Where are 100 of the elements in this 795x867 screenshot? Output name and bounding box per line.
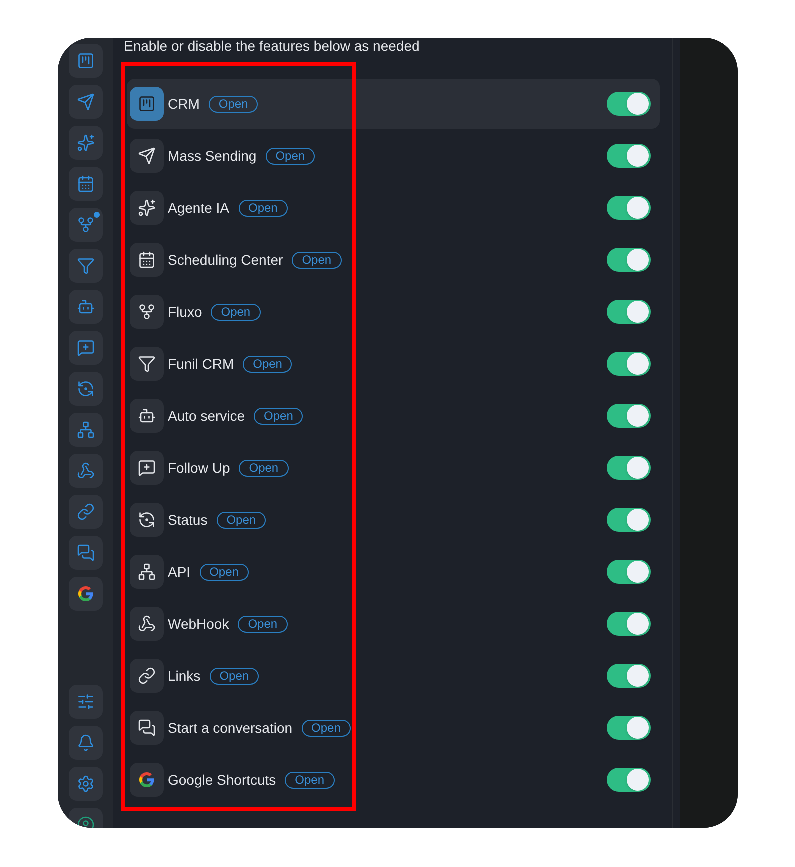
toggle-switch[interactable] [607, 768, 651, 792]
feature-name: API [168, 562, 191, 582]
google-icon [138, 771, 156, 789]
fork-icon [138, 303, 156, 321]
bell-icon [76, 734, 94, 752]
toggle-thumb [627, 93, 649, 115]
feature-row[interactable]: Google Shortcuts Open [127, 755, 660, 805]
toggle-thumb [627, 613, 649, 635]
google-icon [76, 585, 94, 603]
feature-name: Follow Up [168, 458, 230, 478]
link-icon [138, 667, 156, 685]
funnel-icon [138, 355, 156, 373]
feature-row[interactable]: CRM Open [127, 79, 660, 129]
feature-name: Status [168, 510, 208, 530]
calendar-icon [76, 175, 94, 193]
toggle-thumb [627, 769, 649, 791]
open-link-button[interactable]: Open [239, 460, 289, 476]
feature-row[interactable]: Agente IA Open [127, 183, 660, 233]
network-icon [138, 563, 156, 581]
toggle-switch[interactable] [607, 456, 651, 480]
open-link-button[interactable]: Open [238, 200, 288, 216]
link-icon [76, 503, 94, 521]
instructions-text: Enable or disable the features below as needed [124, 39, 421, 53]
toggle-thumb [627, 197, 649, 219]
chat-bubbles-icon [76, 544, 94, 562]
feature-row[interactable]: Fluxo Open [127, 287, 660, 337]
webhook-icon [138, 615, 156, 633]
feature-name: Mass Sending [168, 146, 257, 166]
feature-row[interactable]: API Open [127, 547, 660, 597]
toggle-thumb [627, 509, 649, 531]
feature-row[interactable]: Links Open [127, 651, 660, 701]
open-link-button[interactable]: Open [243, 356, 292, 372]
feature-row[interactable]: Funil CRM Open [127, 339, 660, 389]
sparkles-icon [76, 134, 94, 152]
fork-icon [76, 216, 94, 234]
toggle-thumb [627, 665, 649, 687]
feature-name: CRM [168, 94, 200, 114]
sliders-icon [76, 693, 94, 711]
toggle-switch[interactable] [607, 404, 651, 428]
settings-icon [76, 775, 94, 793]
feature-name: Auto service [168, 406, 246, 426]
funnel-icon [76, 257, 94, 275]
toggle-switch[interactable] [607, 300, 651, 324]
toggle-switch[interactable] [607, 612, 651, 636]
feature-row[interactable]: WebHook Open [127, 599, 660, 649]
toggle-switch[interactable] [607, 716, 651, 740]
feature-name: WebHook [168, 614, 230, 634]
chat-bubbles-icon [138, 719, 156, 737]
message-plus-icon [76, 339, 94, 357]
toggle-thumb [627, 301, 649, 323]
feature-row[interactable]: Auto service Open [127, 391, 660, 441]
feature-row[interactable]: Mass Sending Open [127, 131, 660, 181]
toggle-switch[interactable] [607, 248, 651, 272]
open-link-button[interactable]: Open [238, 616, 288, 632]
refresh-circle-icon [76, 380, 94, 398]
feature-row[interactable]: Follow Up Open [127, 443, 660, 493]
toggle-switch[interactable] [607, 92, 651, 116]
feature-name: Funil CRM [168, 354, 234, 374]
open-link-button[interactable]: Open [216, 512, 266, 528]
toggle-switch[interactable] [607, 664, 651, 688]
toggle-thumb [627, 405, 649, 427]
feature-row[interactable]: Scheduling Center Open [127, 235, 660, 285]
toggle-switch[interactable] [607, 508, 651, 532]
feature-row[interactable]: Status Open [127, 495, 660, 545]
feature-row[interactable]: Start a conversation Open [127, 703, 660, 753]
feature-name: Links [168, 666, 201, 686]
open-link-button[interactable]: Open [208, 96, 258, 112]
open-link-button[interactable]: Open [211, 304, 261, 320]
open-link-button[interactable]: Open [285, 772, 335, 788]
feature-name: Google Shortcuts [168, 770, 276, 790]
kanban-icon [76, 52, 94, 70]
toggle-thumb [627, 717, 649, 739]
toggle-thumb [627, 561, 649, 583]
feature-name: Fluxo [168, 302, 202, 322]
robot-icon [138, 407, 156, 425]
webhook-icon [76, 462, 94, 480]
open-link-button[interactable]: Open [266, 148, 316, 164]
kanban-icon [138, 95, 156, 113]
sparkles-icon [138, 199, 156, 217]
toggle-thumb [627, 353, 649, 375]
toggle-thumb [627, 145, 649, 167]
feature-name: Start a conversation [168, 718, 293, 738]
open-link-button[interactable]: Open [200, 564, 249, 580]
toggle-switch[interactable] [607, 352, 651, 376]
open-link-button[interactable]: Open [302, 720, 351, 736]
toggle-thumb [627, 249, 649, 271]
toggle-switch[interactable] [607, 196, 651, 220]
feature-name: Agente IA [168, 198, 230, 218]
toggle-switch[interactable] [607, 144, 651, 168]
toggle-thumb [627, 457, 649, 479]
toggle-switch[interactable] [607, 560, 651, 584]
open-link-button[interactable]: Open [292, 252, 342, 268]
network-icon [76, 421, 94, 439]
calendar-icon [138, 251, 156, 269]
open-link-button[interactable]: Open [254, 408, 304, 424]
open-link-button[interactable]: Open [210, 668, 260, 684]
robot-icon [76, 298, 94, 316]
message-plus-icon [138, 459, 156, 477]
paper-plane-icon [138, 147, 156, 165]
refresh-circle-icon [138, 511, 156, 529]
